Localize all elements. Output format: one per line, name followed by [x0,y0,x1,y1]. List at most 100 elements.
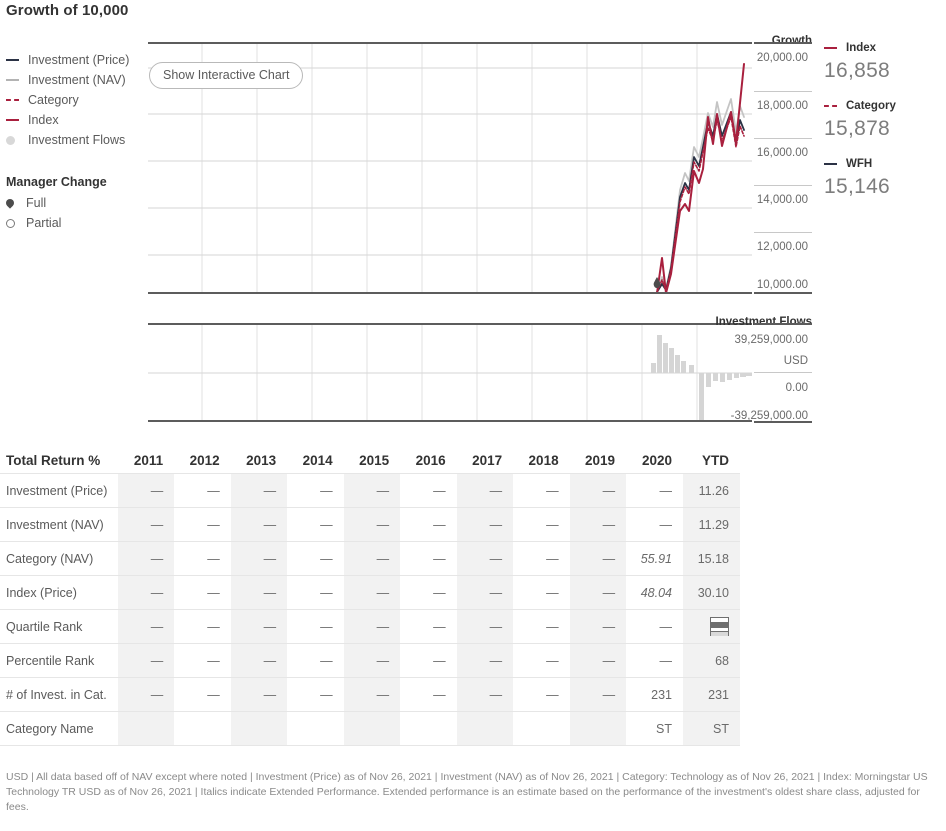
flows-ytick-2: 0.00 [785,382,808,394]
page-title: Growth of 10,000 [6,2,129,19]
table-cell: — [287,643,344,678]
table-row-label: Percentile Rank [0,643,118,678]
value-series-name: WFH [846,158,873,170]
table-cell: — [117,541,175,576]
growth-ytick-1: 18,000.00 [756,100,808,112]
table-col-header-2016: 2016 [415,453,446,468]
growth-axis-rule-2 [754,138,812,139]
table-cell [683,609,740,644]
table-cell: 55.91 [626,541,683,576]
value-block-2: WFH 15,146 [824,156,944,202]
table-cell: — [400,677,457,712]
value-head: WFH [824,156,944,172]
pin-filled-icon [4,197,20,209]
table-cell: — [513,575,570,610]
growth-chart-bottom-rule [148,292,752,294]
line-red-icon [6,119,22,121]
table-cell: — [569,609,627,644]
table-cell: 30.10 [683,575,740,610]
show-interactive-chart-button[interactable]: Show Interactive Chart [149,62,304,89]
table-col-header-2019: 2019 [585,453,616,468]
table-cell: — [569,473,627,508]
table-cell: — [626,507,683,542]
series-investment-nav [656,98,745,293]
line-navy-icon [824,163,840,165]
table-cell: — [117,507,175,542]
table-cell: — [456,609,514,644]
series-investment-price [656,111,745,293]
legend-item-3[interactable]: Index [6,110,146,130]
legend-item-label: Index [28,113,59,127]
table-col-header-2013: 2013 [246,453,277,468]
table-cell: — [456,473,514,508]
value-head: Category [824,98,944,114]
table-row-label: Quartile Rank [0,609,118,644]
series-category [656,116,745,293]
legend-item-4[interactable]: Investment Flows [6,130,146,150]
table-header-row: Total Return % 2011 2012 2013 2014 2015 2016 20… [0,440,740,474]
table-cell: — [343,507,401,542]
value-number: 16,858 [824,59,891,82]
growth-y-axis-title: Growth [771,35,812,47]
growth-axis-rule-bottom [754,292,812,294]
investment-flows-plot [148,325,752,421]
table-cell: — [230,609,288,644]
table-col-header-2011: 2011 [133,453,164,468]
investment-flows-svg [148,325,752,421]
quartile-rank-icon [710,617,729,636]
table-cell [513,711,570,746]
table-cell: — [400,541,457,576]
legend-item-label: Investment (Price) [28,53,130,67]
legend-item-0[interactable]: Investment (Price) [6,50,146,70]
flows-axis-rule-top [754,323,812,325]
manager-change-item-1: Partial [6,213,146,233]
table-cell: — [569,643,627,678]
table-cell: — [230,507,288,542]
table-cell: — [343,541,401,576]
table-cell: — [174,643,231,678]
table-cell: — [569,575,627,610]
value-series-name: Category [846,100,896,112]
table-title: Total Return % [6,453,101,468]
line-navy-icon [6,59,22,61]
pin-hollow-icon [6,218,20,228]
table-cell: — [117,609,175,644]
table-cell: — [287,677,344,712]
table-cell: — [174,541,231,576]
table-row: Category (NAV) — — — — — — — — —55.91 15.18 [0,541,740,576]
table-cell: — [400,575,457,610]
manager-change-legend: Full Partial [4,193,146,233]
legend-item-2[interactable]: Category [6,90,146,110]
line-gray-icon [6,79,22,81]
table-cell: — [343,609,401,644]
table-cell: — [287,609,344,644]
table-cell: 15.18 [683,541,740,576]
table-cell: — [230,473,288,508]
total-return-table: Total Return % 2011 2012 2013 2014 2015 2016 20… [0,440,740,746]
legend-item-1[interactable]: Investment (NAV) [6,70,146,90]
table-cell: — [174,507,231,542]
table-col-header-2020: 2020 [641,453,672,468]
table-cell: — [456,677,514,712]
table-cell: — [400,609,457,644]
table-cell: — [174,677,231,712]
flows-bars [651,335,752,421]
table-cell: — [569,541,627,576]
table-cell: — [626,643,683,678]
table-cell: — [456,507,514,542]
legend-item-label: Investment (NAV) [28,73,126,87]
table-cell: — [117,643,175,678]
table-row: Category Name ST ST [0,711,740,746]
table-cell: — [117,473,175,508]
growth-axis-rule-4 [754,232,812,233]
table-cell: — [117,575,175,610]
table-cell: — [400,473,457,508]
growth-axis-rule-1 [754,91,812,92]
chart-legend: Investment (Price) Investment (NAV) Catego… [6,50,146,150]
line-dashed-red-icon [824,105,840,107]
flows-chart-bottom-rule [148,420,752,422]
table-cell: — [343,677,401,712]
table-cell: — [287,575,344,610]
table-cell: — [287,473,344,508]
table-cell: 231 [626,677,683,712]
